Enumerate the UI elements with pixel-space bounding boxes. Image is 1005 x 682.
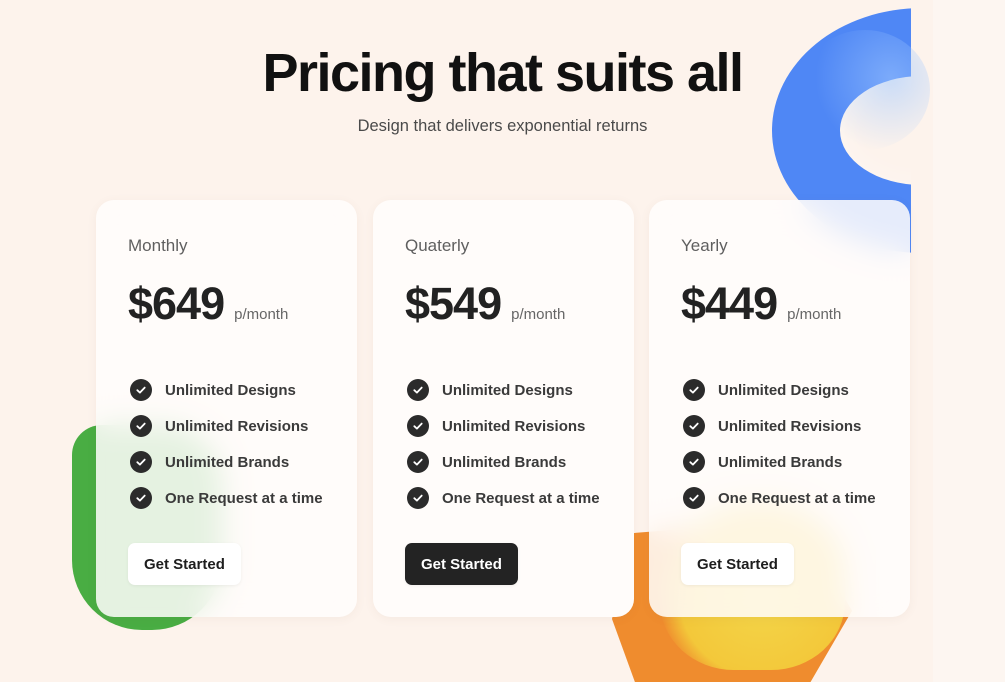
feature-label: Unlimited Revisions <box>442 417 586 435</box>
feature-label: Unlimited Revisions <box>718 417 862 435</box>
check-circle-icon <box>130 451 152 473</box>
price-period: p/month <box>511 306 566 323</box>
check-circle-icon <box>407 415 429 437</box>
page-title: Pricing that suits all <box>262 43 744 103</box>
price-row: $649 p/month <box>128 278 357 330</box>
check-circle-icon <box>407 487 429 509</box>
feature-item: Unlimited Revisions <box>128 408 357 444</box>
feature-item: Unlimited Designs <box>405 372 634 408</box>
plan-price: $449 <box>681 278 778 329</box>
check-circle-icon <box>130 487 152 509</box>
plan-name: Quaterly <box>405 236 470 255</box>
price-period: p/month <box>787 306 842 323</box>
plan-price: $649 <box>128 278 225 329</box>
get-started-button[interactable]: Get Started <box>405 543 518 585</box>
get-started-button[interactable]: Get Started <box>128 543 241 585</box>
feature-item: Unlimited Designs <box>681 372 910 408</box>
check-circle-icon <box>407 379 429 401</box>
feature-label: One Request at a time <box>718 489 876 507</box>
feature-label: Unlimited Designs <box>165 381 296 399</box>
page-subtitle: Design that delivers exponential returns <box>357 117 648 135</box>
feature-item: Unlimited Revisions <box>405 408 634 444</box>
check-circle-icon <box>683 451 705 473</box>
get-started-button[interactable]: Get Started <box>681 543 794 585</box>
feature-item: Unlimited Brands <box>405 444 634 480</box>
feature-list: Unlimited Designs Unlimited Revisions Un… <box>405 372 634 516</box>
feature-item: Unlimited Designs <box>128 372 357 408</box>
feature-label: One Request at a time <box>165 489 323 507</box>
price-row: $449 p/month <box>681 278 910 330</box>
plan-name: Yearly <box>681 236 728 255</box>
feature-list: Unlimited Designs Unlimited Revisions Un… <box>681 372 910 516</box>
check-circle-icon <box>130 379 152 401</box>
feature-item: One Request at a time <box>681 480 910 516</box>
feature-item: One Request at a time <box>128 480 357 516</box>
feature-label: Unlimited Designs <box>442 381 573 399</box>
check-circle-icon <box>130 415 152 437</box>
feature-label: Unlimited Designs <box>718 381 849 399</box>
pricing-page: Pricing that suits all Design that deliv… <box>0 0 1005 682</box>
price-period: p/month <box>234 306 289 323</box>
feature-item: Unlimited Revisions <box>681 408 910 444</box>
feature-item: Unlimited Brands <box>128 444 357 480</box>
feature-list: Unlimited Designs Unlimited Revisions Un… <box>128 372 357 516</box>
feature-label: Unlimited Brands <box>442 453 567 471</box>
check-circle-icon <box>683 379 705 401</box>
check-circle-icon <box>683 415 705 437</box>
plan-price: $549 <box>405 278 502 329</box>
pricing-card-monthly: Monthly $649 p/month Unlimited Designs U… <box>96 200 357 617</box>
feature-label: Unlimited Brands <box>718 453 843 471</box>
feature-label: Unlimited Revisions <box>165 417 309 435</box>
pricing-card-yearly: Yearly $449 p/month Unlimited Designs Un… <box>649 200 910 617</box>
pricing-card-quarterly: Quaterly $549 p/month Unlimited Designs … <box>373 200 634 617</box>
feature-label: One Request at a time <box>442 489 600 507</box>
check-circle-icon <box>407 451 429 473</box>
feature-item: Unlimited Brands <box>681 444 910 480</box>
check-circle-icon <box>683 487 705 509</box>
price-row: $549 p/month <box>405 278 634 330</box>
feature-label: Unlimited Brands <box>165 453 290 471</box>
feature-item: One Request at a time <box>405 480 634 516</box>
plan-name: Monthly <box>128 236 188 255</box>
